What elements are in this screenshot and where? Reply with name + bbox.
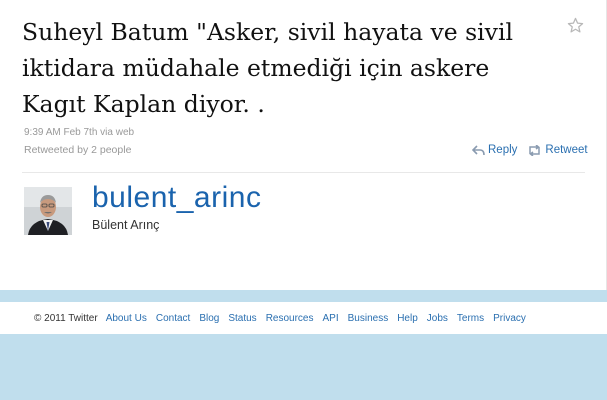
- footer-copyright: © 2011 Twitter: [34, 312, 98, 324]
- retweet-label: Retweet: [545, 144, 588, 156]
- footer-link-help[interactable]: Help: [397, 313, 418, 324]
- tweet-actions: Reply Retweet: [472, 142, 588, 158]
- divider: [22, 172, 585, 173]
- tweet-timestamp[interactable]: 9:39 AM Feb 7th: [24, 127, 97, 138]
- background-strip: [0, 290, 607, 302]
- footer-link-business[interactable]: Business: [348, 313, 389, 324]
- author-name: Bülent Arınç: [92, 218, 160, 232]
- reply-label: Reply: [488, 144, 518, 156]
- reply-button[interactable]: Reply: [472, 144, 517, 156]
- tweet-source: via web: [100, 127, 135, 138]
- retweet-button[interactable]: Retweet: [527, 144, 588, 156]
- footer-link-about-us[interactable]: About Us: [106, 313, 147, 324]
- tweet-meta: 9:39 AM Feb 7th via web: [24, 126, 134, 139]
- footer-link-contact[interactable]: Contact: [156, 313, 190, 324]
- footer-link-jobs[interactable]: Jobs: [427, 313, 448, 324]
- reply-icon: [472, 144, 485, 156]
- footer-link-status[interactable]: Status: [228, 313, 256, 324]
- retweet-icon: [527, 144, 542, 156]
- author-username[interactable]: bulent_arinc: [92, 181, 261, 215]
- star-icon[interactable]: [567, 17, 584, 34]
- retweeted-by[interactable]: Retweeted by 2 people: [24, 144, 131, 156]
- footer-link-api[interactable]: API: [323, 313, 339, 324]
- tweet-card: Suheyl Batum "Asker, sivil hayata ve siv…: [0, 0, 607, 290]
- footer-link-blog[interactable]: Blog: [199, 313, 219, 324]
- footer-link-terms[interactable]: Terms: [457, 313, 484, 324]
- tweet-text: Suheyl Batum "Asker, sivil hayata ve siv…: [22, 18, 513, 118]
- footer-link-resources[interactable]: Resources: [266, 313, 314, 324]
- footer-link-privacy[interactable]: Privacy: [493, 313, 526, 324]
- avatar[interactable]: [24, 187, 72, 235]
- footer: © 2011 Twitter About Us Contact Blog Sta…: [0, 302, 607, 334]
